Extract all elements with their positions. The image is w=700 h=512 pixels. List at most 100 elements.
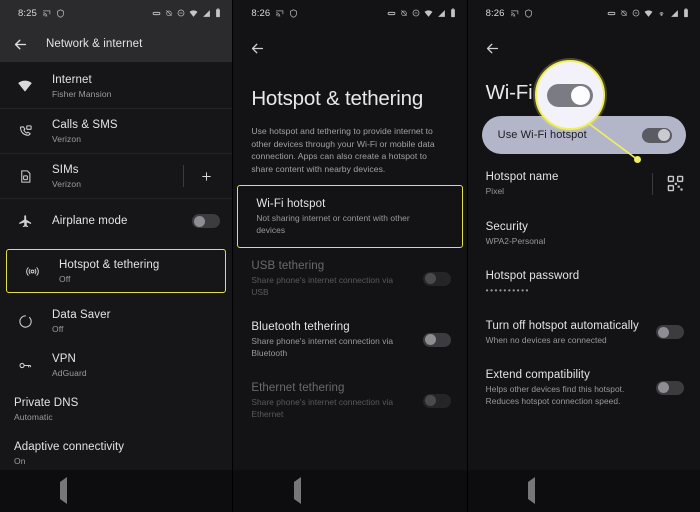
list-item-subtitle: Pixel	[485, 186, 505, 196]
list-item-subtitle: Verizon	[52, 133, 82, 144]
status-bar-left: 8:26	[486, 8, 533, 19]
list-item-turn-off-hotspot-automatically[interactable]: Turn off hotspot automatically When no d…	[468, 308, 700, 358]
sim-icon	[14, 169, 36, 184]
list-item-sims[interactable]: SIMs Verizon	[0, 154, 232, 198]
shield-icon	[290, 8, 298, 18]
list-item-adaptive-connectivity[interactable]: Adaptive connectivity On	[0, 431, 232, 475]
usb-tethering-toggle[interactable]	[422, 271, 451, 286]
shield-icon	[524, 8, 532, 18]
panel-network-internet: 8:25 Network & internet Internet Fisher …	[0, 0, 233, 512]
list-item-subtitle: Fisher Mansion	[52, 88, 112, 99]
toggle-knob	[657, 129, 670, 141]
list-item-title: Calls & SMS	[52, 118, 118, 131]
nav-bar	[0, 470, 233, 512]
list-item-text: Internet Fisher Mansion	[52, 73, 220, 100]
list-item-title: Extend compatibility	[485, 369, 590, 381]
bluetooth-tethering-toggle[interactable]	[422, 332, 451, 347]
list-item-subtitle: Off	[59, 273, 71, 284]
qr-code-icon[interactable]	[667, 175, 684, 192]
back-nav-icon[interactable]	[60, 477, 68, 504]
list-item-usb-tethering[interactable]: USB tethering Share phone's internet con…	[233, 248, 466, 309]
back-arrow-icon[interactable]	[484, 40, 501, 57]
cast-icon	[510, 10, 518, 17]
list-item-title: USB tethering	[251, 260, 325, 273]
battery-icon	[216, 8, 221, 18]
add-sim-button[interactable]	[196, 166, 216, 186]
ethernet-tethering-toggle[interactable]	[422, 393, 451, 408]
status-time: 8:25	[18, 7, 37, 19]
toggle-knob	[657, 382, 669, 393]
wifi-icon	[424, 9, 433, 17]
status-bar-right	[607, 8, 689, 18]
list-item-title: Internet	[52, 73, 92, 86]
list-item-ethernet-tethering[interactable]: Ethernet tethering Share phone's interne…	[233, 370, 466, 431]
airplane-mode-toggle[interactable]	[192, 214, 221, 228]
list-item-hotspot-name[interactable]: Hotspot name Pixel	[468, 154, 700, 209]
list-item-title: Turn off hotspot automatically	[485, 319, 639, 332]
list-item-subtitle: Off	[52, 323, 64, 334]
alarm-off-icon	[166, 10, 173, 16]
list-item-security[interactable]: Security WPA2-Personal	[468, 209, 700, 259]
back-button[interactable]	[233, 26, 466, 62]
list-item-subtitle: On	[14, 455, 26, 466]
list-item-title: Bluetooth tethering	[251, 321, 350, 334]
cast-icon	[153, 11, 161, 15]
list-item-data-saver[interactable]: Data Saver Off	[0, 299, 232, 343]
status-bar: 8:26	[467, 0, 700, 26]
signal-icon	[437, 9, 445, 17]
toggle-knob	[424, 273, 436, 285]
back-nav-icon[interactable]	[527, 477, 535, 504]
list-item-text: Wi-Fi hotspot Not sharing internet or co…	[256, 197, 445, 236]
list-item-vpn[interactable]: VPN AdGuard	[0, 343, 232, 387]
list-item-airplane-mode[interactable]: Airplane mode	[0, 199, 232, 243]
list-item-private-dns[interactable]: Private DNS Automatic	[0, 387, 232, 431]
list-item-text: USB tethering Share phone's internet con…	[251, 259, 422, 298]
data-saver-icon	[14, 314, 36, 329]
back-arrow-icon[interactable]	[249, 40, 266, 57]
page-title: Hotspot & tethering	[251, 87, 424, 110]
list-item-hotspot-tethering[interactable]: Hotspot & tethering Off	[6, 249, 227, 293]
signal-icon	[203, 9, 211, 17]
list-item-subtitle: AdGuard	[52, 367, 87, 378]
cast-icon	[42, 10, 51, 17]
alarm-off-icon	[621, 10, 627, 16]
toggle-knob	[424, 334, 436, 346]
back-nav-icon[interactable]	[293, 477, 301, 504]
three-panel-screenshot: 8:25 Network & internet Internet Fisher …	[0, 0, 700, 512]
list-item-wifi-hotspot[interactable]: Wi-Fi hotspot Not sharing internet or co…	[237, 185, 463, 249]
list-item-text: Ethernet tethering Share phone's interne…	[251, 381, 422, 420]
list-item-text: Adaptive connectivity On	[14, 440, 220, 467]
hotspot-icon	[659, 11, 664, 16]
back-button[interactable]	[468, 26, 700, 62]
alarm-off-icon	[400, 10, 407, 16]
vertical-divider	[651, 172, 653, 195]
vertical-divider	[183, 165, 185, 187]
list-item-extend-compatibility[interactable]: Extend compatibility Helps other devices…	[468, 357, 700, 418]
list-item-subtitle: WPA2-Personal	[485, 235, 546, 246]
cast-icon	[607, 11, 616, 15]
turn-off-hotspot-automatically-toggle[interactable]	[655, 325, 684, 340]
list-item-subtitle: Share phone's internet connection via Et…	[251, 397, 394, 419]
page-content: Hotspot & tethering Use hotspot and teth…	[233, 26, 467, 470]
page-title: Wi-Fi hotspot	[485, 81, 604, 104]
wifi-icon	[14, 78, 36, 94]
settings-list: Internet Fisher Mansion Calls & SMS Veri…	[0, 62, 233, 470]
extend-compatibility-toggle[interactable]	[655, 380, 684, 395]
list-item-subtitle: When no devices are connected	[485, 334, 607, 345]
status-bar: 8:25	[0, 0, 233, 26]
use-wifi-hotspot-toggle[interactable]	[641, 127, 672, 143]
use-wifi-hotspot-card[interactable]: Use Wi-Fi hotspot	[481, 116, 686, 154]
list-item-calls-sms[interactable]: Calls & SMS Verizon	[0, 109, 232, 153]
list-item-text: Airplane mode	[52, 214, 192, 228]
page-description: Use hotspot and tethering to provide int…	[251, 126, 435, 174]
list-item-internet[interactable]: Internet Fisher Mansion	[0, 64, 232, 108]
list-item-text: VPN AdGuard	[52, 352, 220, 379]
list-item-title: Hotspot & tethering	[59, 258, 160, 271]
nav-bar	[467, 470, 700, 512]
list-item-title: Hotspot password	[485, 270, 580, 282]
back-arrow-icon[interactable]	[12, 36, 29, 53]
list-item-bluetooth-tethering[interactable]: Bluetooth tethering Share phone's intern…	[233, 309, 466, 370]
dnd-icon	[632, 9, 640, 17]
list-item-subtitle: Not sharing internet or content with oth…	[256, 213, 410, 235]
list-item-hotspot-password[interactable]: Hotspot password ••••••••••	[468, 258, 700, 308]
